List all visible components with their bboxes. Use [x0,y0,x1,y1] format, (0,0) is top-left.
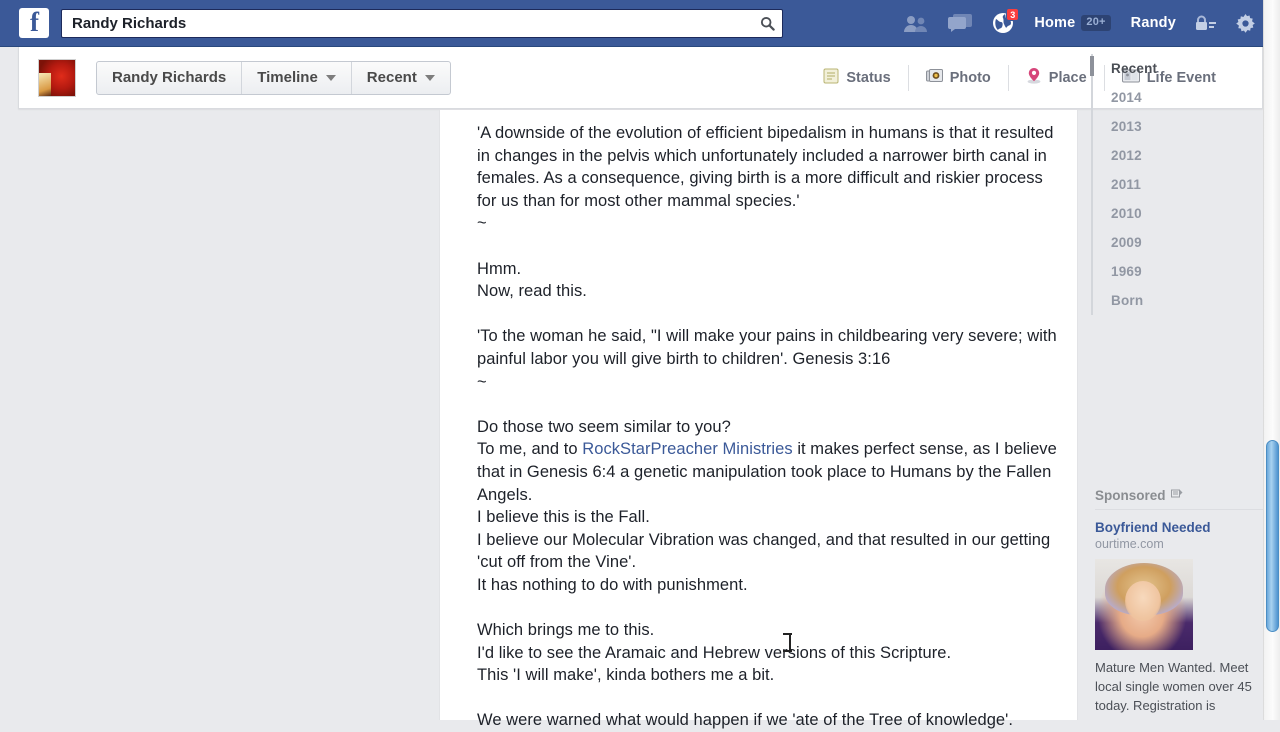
profile-name-label: Randy [1130,15,1176,31]
post-line: Now, read this. [477,282,587,301]
profile-action-bar: Randy Richards Timeline Recent Status Ph… [18,47,1263,109]
rockstarpreacher-ministries-link[interactable]: RockStarPreacher Ministries [582,440,792,458]
ad-title-link[interactable]: Boyfriend Needed [1095,519,1263,536]
timeline-button-group: Randy Richards Timeline Recent [96,60,451,95]
post-line: 'A downside of the evolution of efficien… [477,124,1054,210]
composer-photo-button[interactable]: Photo [909,64,1009,91]
year-nav-item-2012[interactable]: 2012 [1111,141,1201,170]
timeline-page-body: 'A downside of the evolution of efficien… [18,54,1263,729]
friend-requests-icon[interactable] [895,0,937,46]
year-nav-item-2010[interactable]: 2010 [1111,199,1201,228]
home-label: Home [1034,15,1076,31]
timeline-post-column: 'A downside of the evolution of efficien… [439,110,1078,729]
chevron-down-icon [325,74,336,81]
home-badge: 20+ [1081,15,1111,31]
facebook-logo[interactable]: f [19,8,49,38]
year-nav-marker [1090,56,1094,76]
search-icon[interactable] [752,10,782,37]
facebook-top-navigation-bar: f Randy Richards 3 Home 20+ Randy [0,0,1280,47]
year-nav-item-1969[interactable]: 1969 [1111,257,1201,286]
year-nav-item-2013[interactable]: 2013 [1111,112,1201,141]
chevron-down-icon [424,74,435,81]
settings-gear-icon[interactable] [1227,0,1264,46]
year-nav-item-born[interactable]: Born [1111,286,1201,315]
notifications-badge: 3 [1006,8,1020,21]
post-line: Hmm. [477,259,522,278]
place-pin-icon [1026,67,1042,88]
post-line: It has nothing to do with punishment. [477,575,748,594]
post-line-with-link: To me, and to RockStarPreacher Ministrie… [477,438,1058,506]
post-line: Do those two seem similar to you? [477,417,731,436]
post-line: This 'I will make', kinda bothers me a b… [477,666,775,685]
composer-status-button[interactable]: Status [806,64,909,91]
messages-icon[interactable] [939,0,981,46]
profile-name-link[interactable]: Randy [1122,0,1185,46]
sponsored-info-icon[interactable] [1170,488,1183,503]
ad-body-text: Mature Men Wanted. Meet local single wom… [1095,660,1252,713]
year-nav-item-2014[interactable]: 2014 [1111,83,1201,112]
sponsored-heading-label: Sponsored [1095,488,1166,503]
post-line: Which brings me to this. [477,621,655,640]
recent-dropdown-label: Recent [366,69,417,86]
post-line: We were warned what would happen if we '… [477,711,1013,730]
post-line: 'To the woman he said, "I will make your… [477,327,1057,368]
composer-place-label: Place [1048,69,1087,86]
sponsored-heading: Sponsored [1095,488,1263,510]
ad-url: ourtime.com [1095,537,1164,551]
year-nav-item-2009[interactable]: 2009 [1111,228,1201,257]
notifications-globe-icon[interactable]: 3 [983,0,1023,46]
composer-status-label: Status [846,69,891,86]
scrollbar-thumb[interactable] [1266,440,1279,632]
year-nav-item-recent[interactable]: Recent [1111,54,1201,83]
year-nav-item-2011[interactable]: 2011 [1111,170,1201,199]
home-link[interactable]: Home 20+ [1025,0,1119,46]
search-box[interactable] [61,8,783,38]
timeline-dropdown-button[interactable]: Timeline [242,61,352,94]
timeline-year-navigation: Recent 2014 2013 2012 2011 2010 2009 196… [1090,54,1201,315]
profile-name-button[interactable]: Randy Richards [97,61,243,94]
post-line: I'd like to see the Aramaic and Hebrew v… [477,643,952,662]
composer-photo-label: Photo [949,69,991,86]
post-line: ~ [477,372,487,391]
profile-name-button-label: Randy Richards [112,69,227,86]
privacy-lock-icon[interactable] [1187,0,1225,46]
link-line-prefix: To me, and to [477,440,583,459]
post-line: ~ [477,214,487,233]
post-line: I believe our Molecular Vibration was ch… [477,530,1051,572]
ad-photo-woman[interactable] [1095,559,1193,650]
post-line: I believe this is the Fall. [477,508,650,527]
browser-scrollbar[interactable] [1263,0,1280,720]
recent-dropdown-button[interactable]: Recent [352,62,450,94]
status-note-icon [823,68,839,88]
avatar[interactable] [38,58,76,97]
search-input[interactable] [62,9,752,37]
text-cursor [783,633,792,652]
timeline-dropdown-label: Timeline [257,69,318,86]
photo-camera-icon [925,68,943,88]
sponsored-sidebar: Sponsored Boyfriend Needed ourtime.com M… [1095,488,1263,715]
top-nav-right-cluster: 3 Home 20+ Randy [895,0,1280,46]
post-body: 'A downside of the evolution of efficien… [440,110,1077,732]
